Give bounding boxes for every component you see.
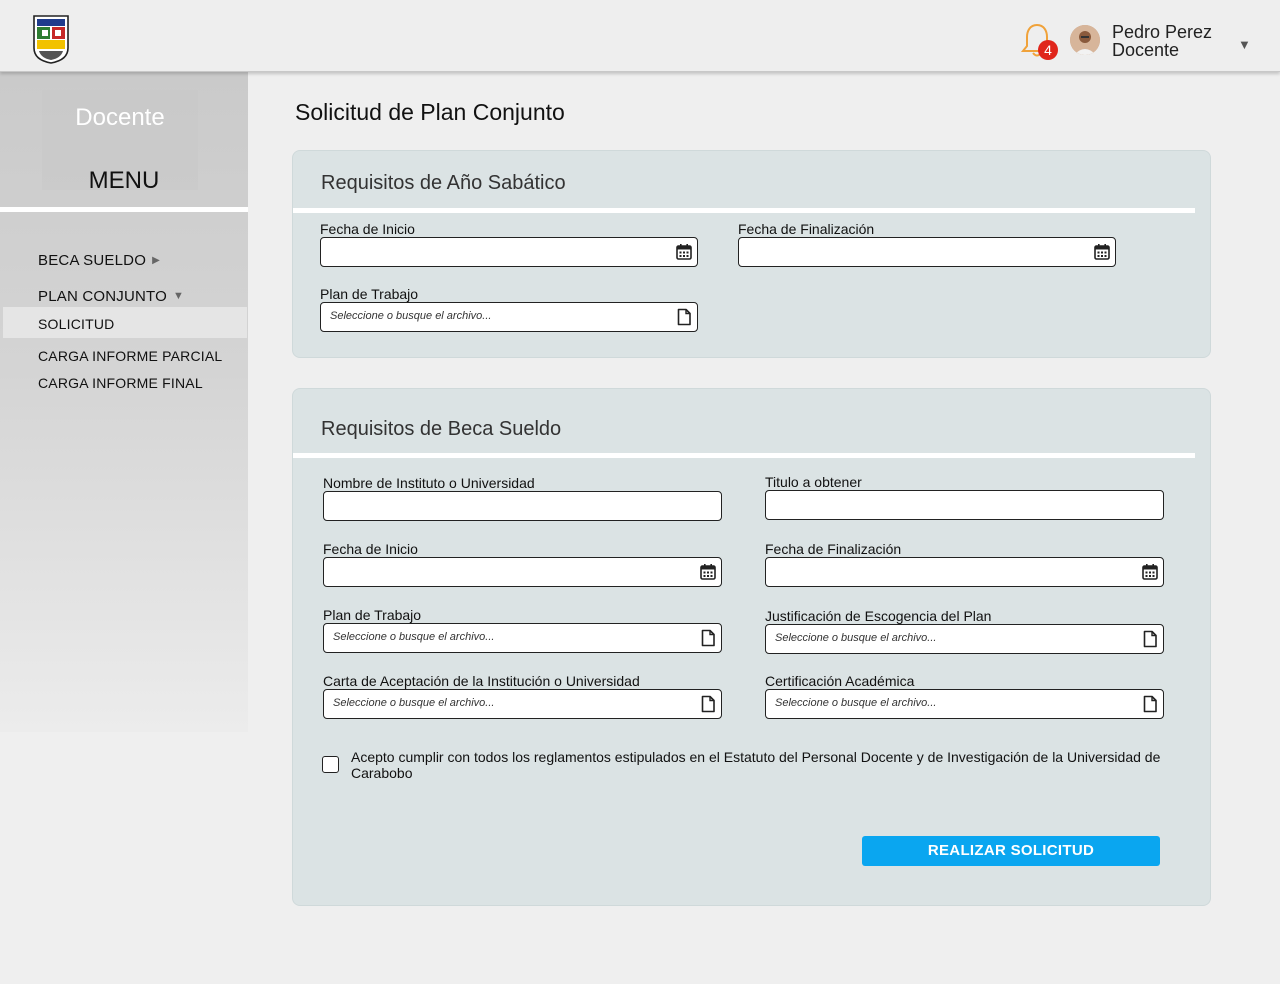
card-title: Requisitos de Año Sabático <box>321 172 566 194</box>
sidebar-item-plan-conjunto[interactable]: PLAN CONJUNTO ▼ <box>38 288 184 305</box>
notification-count-badge: 4 <box>1038 40 1058 60</box>
file-field-placeholder: Seleccione o busque el archivo... <box>333 697 495 709</box>
calendar-icon[interactable] <box>699 563 717 581</box>
document-icon[interactable] <box>699 629 717 647</box>
file-field-placeholder: Seleccione o busque el archivo... <box>330 310 492 322</box>
sidebar: Docente MENU BECA SUELDO ▶ PLAN CONJUNTO ▼… <box>0 72 248 732</box>
sidebar-item-label: BECA SUELDO <box>38 252 147 269</box>
institute-name-label: Nombre de Instituto o Universidad <box>323 475 535 491</box>
beca-plan-label: Plan de Trabajo <box>323 607 422 623</box>
card-divider <box>293 208 1195 213</box>
document-icon[interactable] <box>675 308 693 326</box>
caret-right-icon: ▶ <box>152 255 160 266</box>
sidebar-menu-heading: MENU <box>88 167 160 194</box>
sidebar-item-label: PLAN CONJUNTO <box>38 288 168 305</box>
sidebar-divider <box>0 207 248 212</box>
user-name: Pedro Perez <box>1112 22 1213 42</box>
user-avatar-image <box>1070 25 1100 55</box>
card-divider <box>293 453 1195 458</box>
calendar-icon[interactable] <box>1141 563 1159 581</box>
academic-certification-file-field[interactable]: Seleccione o busque el archivo... <box>765 689 1164 719</box>
caret-down-icon: ▼ <box>173 290 185 302</box>
beca-plan-file-field[interactable]: Seleccione o busque el archivo... <box>323 623 722 653</box>
university-crest-logo[interactable] <box>32 14 70 64</box>
beca-start-date-label: Fecha de Inicio <box>323 541 418 557</box>
sidebar-item-beca-sueldo[interactable]: BECA SUELDO ▶ <box>38 252 160 269</box>
calendar-icon[interactable] <box>675 243 693 261</box>
sabatico-end-date-field[interactable] <box>738 237 1116 267</box>
sidebar-item-carga-informe-final[interactable]: CARGA INFORME FINAL <box>38 375 203 391</box>
acceptance-letter-label: Carta de Aceptación de la Institución o … <box>323 673 640 689</box>
justification-file-field[interactable]: Seleccione o busque el archivo... <box>765 624 1164 654</box>
calendar-icon[interactable] <box>1093 243 1111 261</box>
top-header: 4 Pedro Perez Docente ▼ <box>0 0 1280 72</box>
accept-terms-label: Acepto cumplir con todos los reglamentos… <box>351 749 1161 781</box>
document-icon[interactable] <box>699 695 717 713</box>
sabatico-start-date-field[interactable] <box>320 237 698 267</box>
academic-certification-label: Certificación Académica <box>765 673 915 689</box>
page-title: Solicitud de Plan Conjunto <box>295 99 565 125</box>
user-avatar[interactable] <box>1070 25 1100 55</box>
degree-title-input[interactable] <box>765 490 1164 520</box>
submit-request-button[interactable]: REALIZAR SOLICITUD <box>862 836 1160 866</box>
sidebar-item-solicitud[interactable]: SOLICITUD <box>38 316 114 332</box>
card-title: Requisitos de Beca Sueldo <box>321 418 562 440</box>
file-field-placeholder: Seleccione o busque el archivo... <box>775 632 937 644</box>
sidebar-item-carga-informe-parcial[interactable]: CARGA INFORME PARCIAL <box>38 348 222 364</box>
beca-end-date-label: Fecha de Finalización <box>765 541 902 557</box>
file-field-placeholder: Seleccione o busque el archivo... <box>775 697 937 709</box>
degree-title-label: Titulo a obtener <box>765 474 862 490</box>
accept-terms-checkbox[interactable] <box>322 756 339 773</box>
beca-start-date-field[interactable] <box>323 557 722 587</box>
acceptance-letter-file-field[interactable]: Seleccione o busque el archivo... <box>323 689 722 719</box>
institute-name-input[interactable] <box>323 491 722 521</box>
user-menu-chevron-down-icon[interactable]: ▼ <box>1238 37 1251 52</box>
document-icon[interactable] <box>1141 695 1159 713</box>
justification-label: Justificación de Escogencia del Plan <box>765 608 992 624</box>
beca-end-date-field[interactable] <box>765 557 1164 587</box>
sabatico-plan-file-field[interactable]: Seleccione o busque el archivo... <box>320 302 698 332</box>
sabatico-end-date-label: Fecha de Finalización <box>738 221 875 237</box>
file-field-placeholder: Seleccione o busque el archivo... <box>333 631 495 643</box>
sidebar-role-title: Docente <box>75 104 165 131</box>
sabatico-start-date-label: Fecha de Inicio <box>320 221 415 237</box>
user-role: Docente <box>1112 40 1180 60</box>
document-icon[interactable] <box>1141 630 1159 648</box>
sabatico-plan-label: Plan de Trabajo <box>320 286 419 302</box>
